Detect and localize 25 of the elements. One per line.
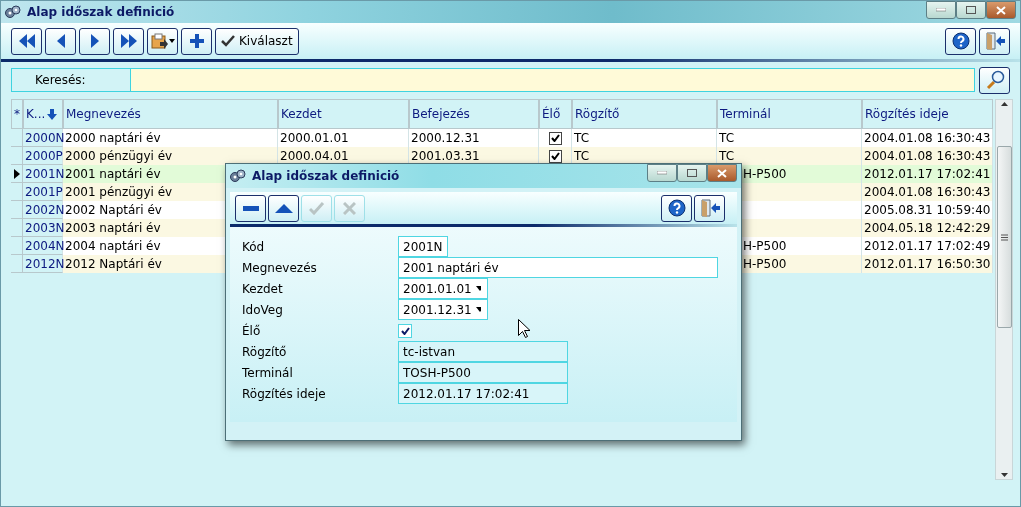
field-label: IdoVeg (242, 302, 284, 317)
field-label: Élő (242, 323, 262, 338)
table-cell: 2001N (23, 165, 63, 183)
table-cell: H-P500 (743, 257, 787, 271)
input-field: TOSH-P500 (398, 362, 568, 383)
field-label: Rögzítés ideje (242, 386, 327, 401)
window-title: Alap időszak definició (27, 5, 175, 19)
table-cell: H-P500 (743, 167, 787, 181)
table-cell: TC (719, 149, 734, 163)
table-cell: 2002N (23, 201, 63, 219)
table-cell: 2000N (23, 129, 63, 147)
table-cell: 2012N (23, 255, 63, 273)
table-cell: 2012.01.17 16:50:30 (862, 255, 993, 273)
input-field: tc-istvan (398, 341, 568, 362)
input-field: 2012.01.17 17:02:41 (398, 383, 568, 404)
field-label: Kód (242, 239, 266, 254)
field-label: Terminál (242, 365, 294, 380)
table-cell: TC (719, 131, 734, 145)
field-label: Kezdet (242, 281, 284, 296)
table-cell: 2001P (23, 183, 63, 201)
table-cell: 2000P (23, 147, 63, 165)
table-cell: H-P500 (743, 239, 787, 253)
table-cell: 2003N (23, 219, 63, 237)
table-cell: 2004N (23, 237, 63, 255)
field-label: Rögzítő (242, 344, 288, 359)
